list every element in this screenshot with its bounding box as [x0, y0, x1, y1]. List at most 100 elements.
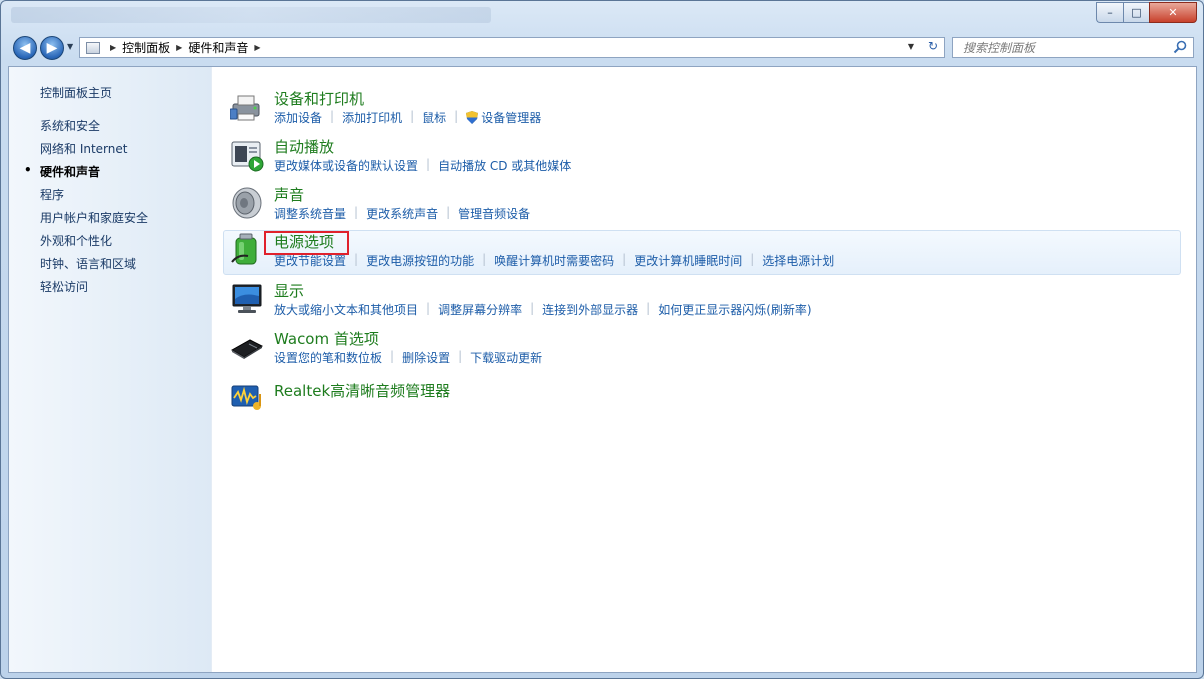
link-divider: |: [482, 252, 487, 266]
control-panel-window: – □ ✕ ◀ ▶ ▼ ▶ 控制面板 ▶ 硬件和声音 ▶ ▼ ↻ 搜索控制面板 …: [0, 0, 1204, 679]
link-divider: |: [330, 109, 335, 123]
uac-shield-icon: [466, 111, 479, 124]
category-sound: 声音 调整系统音量 | 更改系统声音 | 管理音频设备: [226, 184, 1186, 230]
category-title-display[interactable]: 显示: [274, 280, 304, 301]
link-divider: |: [446, 205, 451, 219]
link-divider: |: [454, 109, 459, 123]
category-power-options[interactable]: 电源选项 更改节能设置 | 更改电源按钮的功能 | 唤醒计算机时需要密码 | 更…: [223, 230, 1181, 275]
printer-icon: [230, 95, 260, 121]
chevron-right-icon[interactable]: ▶: [254, 43, 260, 52]
link-divider: |: [426, 301, 431, 315]
link-download-driver[interactable]: 下载驱动更新: [470, 349, 542, 366]
title-bar[interactable]: – □ ✕: [1, 1, 1203, 31]
category-title-autoplay[interactable]: 自动播放: [274, 136, 334, 157]
search-box[interactable]: [952, 37, 1194, 58]
monitor-icon: [232, 284, 262, 313]
category-links: 设置您的笔和数位板 | 删除设置 | 下载驱动更新: [274, 349, 542, 366]
battery-icon: [231, 233, 257, 265]
category-title-devices-printers[interactable]: 设备和打印机: [274, 88, 364, 109]
arrow-left-icon: ◀: [19, 40, 31, 56]
category-links: 调整系统音量 | 更改系统声音 | 管理音频设备: [274, 205, 530, 222]
link-manage-audio-devices[interactable]: 管理音频设备: [458, 205, 530, 222]
link-divider: |: [354, 205, 359, 219]
sidebar-item-label: 硬件和声音: [40, 165, 101, 179]
link-divider: |: [458, 349, 463, 363]
sidebar-item-clock-region[interactable]: 时钟、语言和区域: [40, 255, 136, 272]
link-divider: |: [646, 301, 651, 315]
forward-button[interactable]: ▶: [40, 36, 64, 60]
annotation-highlight-box: [264, 231, 349, 255]
category-realtek: Realtek高清晰音频管理器: [226, 378, 1186, 424]
category-devices-printers: 设备和打印机 添加设备 | 添加打印机 | 鼠标 | 设备管理器: [226, 88, 1186, 134]
link-choose-power-plan[interactable]: 选择电源计划: [762, 252, 834, 269]
address-toolbar: ◀ ▶ ▼ ▶ 控制面板 ▶ 硬件和声音 ▶ ▼ ↻: [1, 31, 1203, 65]
chevron-right-icon[interactable]: ▶: [176, 43, 182, 52]
minimize-button[interactable]: –: [1096, 2, 1123, 23]
chevron-right-icon[interactable]: ▶: [110, 43, 116, 52]
link-refresh-rate[interactable]: 如何更正显示器闪烁(刷新率): [658, 301, 811, 318]
sidebar-item-ease-of-access[interactable]: 轻松访问: [40, 278, 88, 295]
link-setup-pen-tablet[interactable]: 设置您的笔和数位板: [274, 349, 382, 366]
sidebar-item-network[interactable]: 网络和 Internet: [40, 140, 127, 157]
sidebar-item-appearance[interactable]: 外观和个性化: [40, 232, 112, 249]
category-links: 更改媒体或设备的默认设置 | 自动播放 CD 或其他媒体: [274, 157, 571, 174]
breadcrumb-hardware-sound[interactable]: 硬件和声音: [188, 39, 248, 56]
back-button[interactable]: ◀: [13, 36, 37, 60]
blurred-title-region: [11, 7, 491, 23]
category-title-wacom[interactable]: Wacom 首选项: [274, 328, 379, 349]
search-input[interactable]: [953, 38, 1178, 57]
sidebar: 控制面板主页 系统和安全 网络和 Internet • 硬件和声音 程序 用户帐户…: [9, 67, 212, 672]
breadcrumb[interactable]: ▶ 控制面板 ▶ 硬件和声音 ▶ ▼ ↻: [79, 37, 945, 58]
address-dropdown-icon[interactable]: ▼: [908, 42, 914, 51]
link-divider: |: [750, 252, 755, 266]
category-title-sound[interactable]: 声音: [274, 184, 304, 205]
current-item-bullet: •: [24, 163, 32, 177]
link-change-sleep-time[interactable]: 更改计算机睡眠时间: [634, 252, 742, 269]
speaker-icon: [232, 187, 262, 219]
link-mouse[interactable]: 鼠标: [422, 109, 446, 126]
category-wacom: Wacom 首选项 设置您的笔和数位板 | 删除设置 | 下载驱动更新: [226, 328, 1186, 374]
close-button[interactable]: ✕: [1149, 2, 1197, 23]
link-device-manager-label: 设备管理器: [481, 111, 542, 125]
link-divider: |: [390, 349, 395, 363]
autoplay-icon: [231, 141, 264, 172]
link-zoom-text[interactable]: 放大或缩小文本和其他项目: [274, 301, 418, 318]
link-device-manager[interactable]: 设备管理器: [466, 109, 541, 126]
link-change-sounds[interactable]: 更改系统声音: [366, 205, 438, 222]
category-links: 放大或缩小文本和其他项目 | 调整屏幕分辨率 | 连接到外部显示器 | 如何更正…: [274, 301, 812, 318]
link-autoplay-cd[interactable]: 自动播放 CD 或其他媒体: [438, 157, 571, 174]
sidebar-item-system-security[interactable]: 系统和安全: [40, 117, 100, 134]
refresh-icon[interactable]: ↻: [928, 39, 938, 53]
caption-buttons: – □ ✕: [1096, 2, 1197, 23]
link-divider: |: [426, 157, 431, 171]
link-add-device[interactable]: 添加设备: [274, 109, 322, 126]
link-divider: |: [410, 109, 415, 123]
category-display: 显示 放大或缩小文本和其他项目 | 调整屏幕分辨率 | 连接到外部显示器 | 如…: [226, 280, 1186, 326]
main-panel: 设备和打印机 添加设备 | 添加打印机 | 鼠标 | 设备管理器 自动播放 更改…: [212, 67, 1196, 672]
maximize-button[interactable]: □: [1123, 2, 1149, 23]
category-title-realtek[interactable]: Realtek高清晰音频管理器: [274, 380, 450, 401]
sidebar-item-user-accounts[interactable]: 用户帐户和家庭安全: [40, 209, 148, 226]
sidebar-item-programs[interactable]: 程序: [40, 186, 64, 203]
breadcrumb-control-panel[interactable]: 控制面板: [122, 39, 170, 56]
category-links: 更改节能设置 | 更改电源按钮的功能 | 唤醒计算机时需要密码 | 更改计算机睡…: [274, 252, 834, 269]
category-autoplay: 自动播放 更改媒体或设备的默认设置 | 自动播放 CD 或其他媒体: [226, 136, 1186, 182]
link-divider: |: [622, 252, 627, 266]
link-external-display[interactable]: 连接到外部显示器: [542, 301, 638, 318]
search-icon[interactable]: [1173, 40, 1187, 54]
link-adjust-resolution[interactable]: 调整屏幕分辨率: [438, 301, 522, 318]
link-divider: |: [354, 252, 359, 266]
link-delete-settings[interactable]: 删除设置: [402, 349, 450, 366]
sidebar-item-hardware-sound[interactable]: • 硬件和声音: [24, 163, 101, 180]
link-add-printer[interactable]: 添加打印机: [342, 109, 402, 126]
link-require-password-wake[interactable]: 唤醒计算机时需要密码: [494, 252, 614, 269]
link-adjust-volume[interactable]: 调整系统音量: [274, 205, 346, 222]
category-links: 添加设备 | 添加打印机 | 鼠标 | 设备管理器: [274, 109, 541, 126]
recent-pages-dropdown[interactable]: ▼: [67, 42, 73, 51]
content-area: 控制面板主页 系统和安全 网络和 Internet • 硬件和声音 程序 用户帐户…: [8, 66, 1197, 673]
link-power-button-function[interactable]: 更改电源按钮的功能: [366, 252, 474, 269]
tablet-icon: [230, 339, 264, 359]
link-change-media-defaults[interactable]: 更改媒体或设备的默认设置: [274, 157, 418, 174]
sidebar-item-home[interactable]: 控制面板主页: [40, 84, 112, 101]
control-panel-icon: [86, 41, 100, 54]
